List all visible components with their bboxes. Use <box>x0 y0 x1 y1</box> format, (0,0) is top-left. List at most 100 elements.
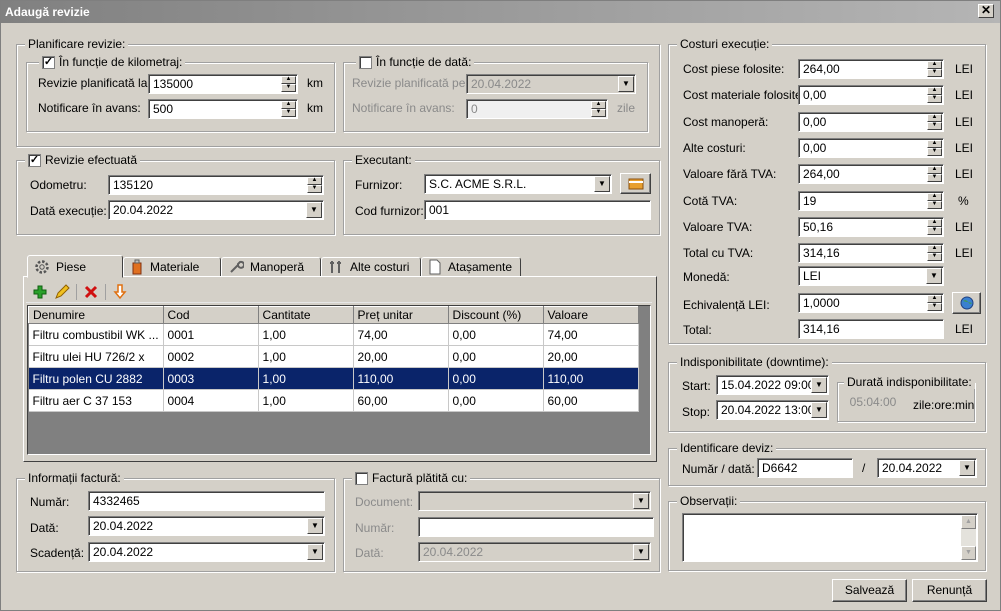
chevron-down-icon[interactable]: ▼ <box>306 202 322 218</box>
moneda-select[interactable]: LEI ▼ <box>798 266 944 286</box>
cost-spinner[interactable]: ▲ ▼ <box>927 87 942 103</box>
chevron-down-icon[interactable]: ▼ <box>307 518 323 534</box>
factura-data-select[interactable]: 20.04.2022 ▼ <box>88 516 325 536</box>
tab-alte-costuri[interactable]: Alte costuri <box>321 257 421 277</box>
save-button[interactable]: Salvează <box>832 579 907 602</box>
cost-spinner[interactable]: ▲ ▼ <box>927 245 942 261</box>
cod-furnizor-value: 001 <box>429 203 450 217</box>
cost-spinner[interactable]: ▲ ▼ <box>927 61 942 77</box>
chevron-down-icon[interactable]: ▼ <box>307 544 323 560</box>
odometru-spinner[interactable]: ▲ ▼ <box>307 177 322 193</box>
revizie-km-input[interactable]: 135000 ▲ ▼ <box>148 74 298 94</box>
edit-icon[interactable] <box>54 283 70 300</box>
chevron-down-icon[interactable]: ▼ <box>959 460 975 476</box>
delete-icon[interactable] <box>83 284 99 300</box>
column-header[interactable]: Denumire <box>28 306 164 324</box>
observatii-scrollbar[interactable]: ▲ ▼ <box>961 515 976 560</box>
cost-unit: LEI <box>955 62 974 76</box>
column-header[interactable]: Cantitate <box>257 306 354 324</box>
cancel-button[interactable]: Renunță <box>912 579 987 602</box>
chevron-down-icon[interactable]: ▼ <box>594 176 610 192</box>
observatii-textarea[interactable]: ▲ ▼ <box>682 513 978 562</box>
notificare-data-spinner[interactable]: ▲ ▼ <box>591 101 606 117</box>
column-header[interactable]: Valoare <box>542 306 639 324</box>
furnizor-select[interactable]: S.C. ACME S.R.L. ▼ <box>424 174 612 194</box>
start-select[interactable]: 15.04.2022 09:00 ▼ <box>716 375 829 395</box>
tab-materiale[interactable]: Materiale <box>123 257 221 277</box>
cost-label: Total cu TVA: <box>683 246 754 260</box>
cost-input[interactable]: 50,16 ▲ ▼ <box>798 217 944 237</box>
tab-piese[interactable]: Piese <box>27 255 123 278</box>
furnizor-lookup-button[interactable] <box>620 173 651 194</box>
window-title: Adaugă revizie <box>5 5 90 19</box>
stop-value: 20.04.2022 13:00 <box>721 403 815 417</box>
efectuata-group: ✓ Revizie efectuată <box>16 153 335 235</box>
cost-input[interactable]: 19 ▲ ▼ <box>798 191 944 211</box>
factura-numar-input[interactable]: 4332465 <box>88 491 325 511</box>
import-icon[interactable] <box>112 283 128 300</box>
revizie-data-select[interactable]: 20.04.2022 ▼ <box>466 74 636 94</box>
echivalenta-input[interactable]: 1,0000 ▲ ▼ <box>798 293 944 313</box>
data-checkbox[interactable] <box>359 55 372 69</box>
km-checkbox[interactable]: ✓ <box>42 55 55 69</box>
cost-spinner[interactable]: ▲ ▼ <box>927 166 942 182</box>
deviz-label: Număr / dată: <box>682 462 755 476</box>
deviz-data-select[interactable]: 20.04.2022 ▼ <box>877 458 977 478</box>
total-input[interactable]: 314,16 <box>798 319 944 339</box>
table-cell: 0,00 <box>448 323 544 346</box>
column-header[interactable]: Cod <box>162 306 259 324</box>
tab-manopera[interactable]: Manoperă <box>221 257 321 277</box>
notificare-data-input[interactable]: 0 ▲ ▼ <box>466 99 608 119</box>
cost-spinner[interactable]: ▲ ▼ <box>927 193 942 209</box>
column-header[interactable]: Discount (%) <box>447 306 544 324</box>
chevron-down-icon[interactable]: ▼ <box>926 268 942 284</box>
cost-input[interactable]: 264,00 ▲ ▼ <box>798 59 944 79</box>
cod-furnizor-input[interactable]: 001 <box>424 200 651 220</box>
cost-spinner[interactable]: ▲ ▼ <box>927 140 942 156</box>
stop-select[interactable]: 20.04.2022 13:00 ▼ <box>716 400 829 420</box>
cost-input[interactable]: 0,00 ▲ ▼ <box>798 138 944 158</box>
scroll-down-icon[interactable]: ▼ <box>961 546 976 560</box>
table-cell: Filtru ulei HU 726/2 x <box>28 345 164 368</box>
table-row[interactable]: Filtru ulei HU 726/2 x 0002 1,00 20,00 0,00 2… <box>28 345 639 368</box>
revizie-km-spinner[interactable]: ▲ ▼ <box>281 76 296 92</box>
odometru-input[interactable]: 135120 ▲ ▼ <box>108 175 324 195</box>
platita-data-select[interactable]: 20.04.2022 ▼ <box>418 542 651 562</box>
platita-checkbox[interactable] <box>355 471 368 485</box>
deviz-numar-input[interactable]: D6642 <box>757 458 853 478</box>
cost-input[interactable]: 314,16 ▲ ▼ <box>798 243 944 263</box>
add-icon[interactable] <box>32 284 48 300</box>
notificare-km-spinner[interactable]: ▲ ▼ <box>281 101 296 117</box>
document-icon <box>429 259 441 275</box>
chevron-down-icon[interactable]: ▼ <box>811 377 827 393</box>
currency-refresh-button[interactable] <box>952 292 981 314</box>
deviz-title: Identificare deviz: <box>680 441 774 455</box>
table-row[interactable]: Filtru combustibil WK ... 0001 1,00 74,00 0,… <box>28 323 639 346</box>
chevron-down-icon[interactable]: ▼ <box>618 76 634 92</box>
notificare-km-input[interactable]: 500 ▲ ▼ <box>148 99 298 119</box>
scadenta-select[interactable]: 20.04.2022 ▼ <box>88 542 325 562</box>
cost-spinner[interactable]: ▲ ▼ <box>927 114 942 130</box>
cost-value: 19 <box>803 194 817 208</box>
scroll-up-icon[interactable]: ▲ <box>961 515 976 529</box>
cost-spinner[interactable]: ▲ ▼ <box>927 219 942 235</box>
document-select[interactable]: ▼ <box>418 491 651 511</box>
cost-label: Valoare fără TVA: <box>683 167 777 181</box>
table-row[interactable]: Filtru polen CU 2882 0003 1,00 110,00 0,00 11… <box>28 367 639 390</box>
platita-numar-input[interactable] <box>418 517 654 537</box>
cost-input[interactable]: 0,00 ▲ ▼ <box>798 112 944 132</box>
cost-input[interactable]: 0,00 ▲ ▼ <box>798 85 944 105</box>
column-header[interactable]: Preț unitar <box>352 306 449 324</box>
cost-value: 264,00 <box>803 62 840 76</box>
data-executie-select[interactable]: 20.04.2022 ▼ <box>108 200 324 220</box>
chevron-down-icon[interactable]: ▼ <box>811 402 827 418</box>
total-label: Total: <box>683 323 712 337</box>
table-row[interactable]: Filtru aer C 37 153 0004 1,00 60,00 0,00 60,0… <box>28 389 639 412</box>
cost-input[interactable]: 264,00 ▲ ▼ <box>798 164 944 184</box>
echivalenta-spinner[interactable]: ▲ ▼ <box>927 295 942 311</box>
chevron-down-icon[interactable]: ▼ <box>633 544 649 560</box>
chevron-down-icon[interactable]: ▼ <box>633 493 649 509</box>
efectuata-checkbox[interactable]: ✓ <box>28 153 41 167</box>
tab-atasamente[interactable]: Atașamente <box>421 257 521 277</box>
close-icon[interactable]: ✕ <box>978 4 994 18</box>
